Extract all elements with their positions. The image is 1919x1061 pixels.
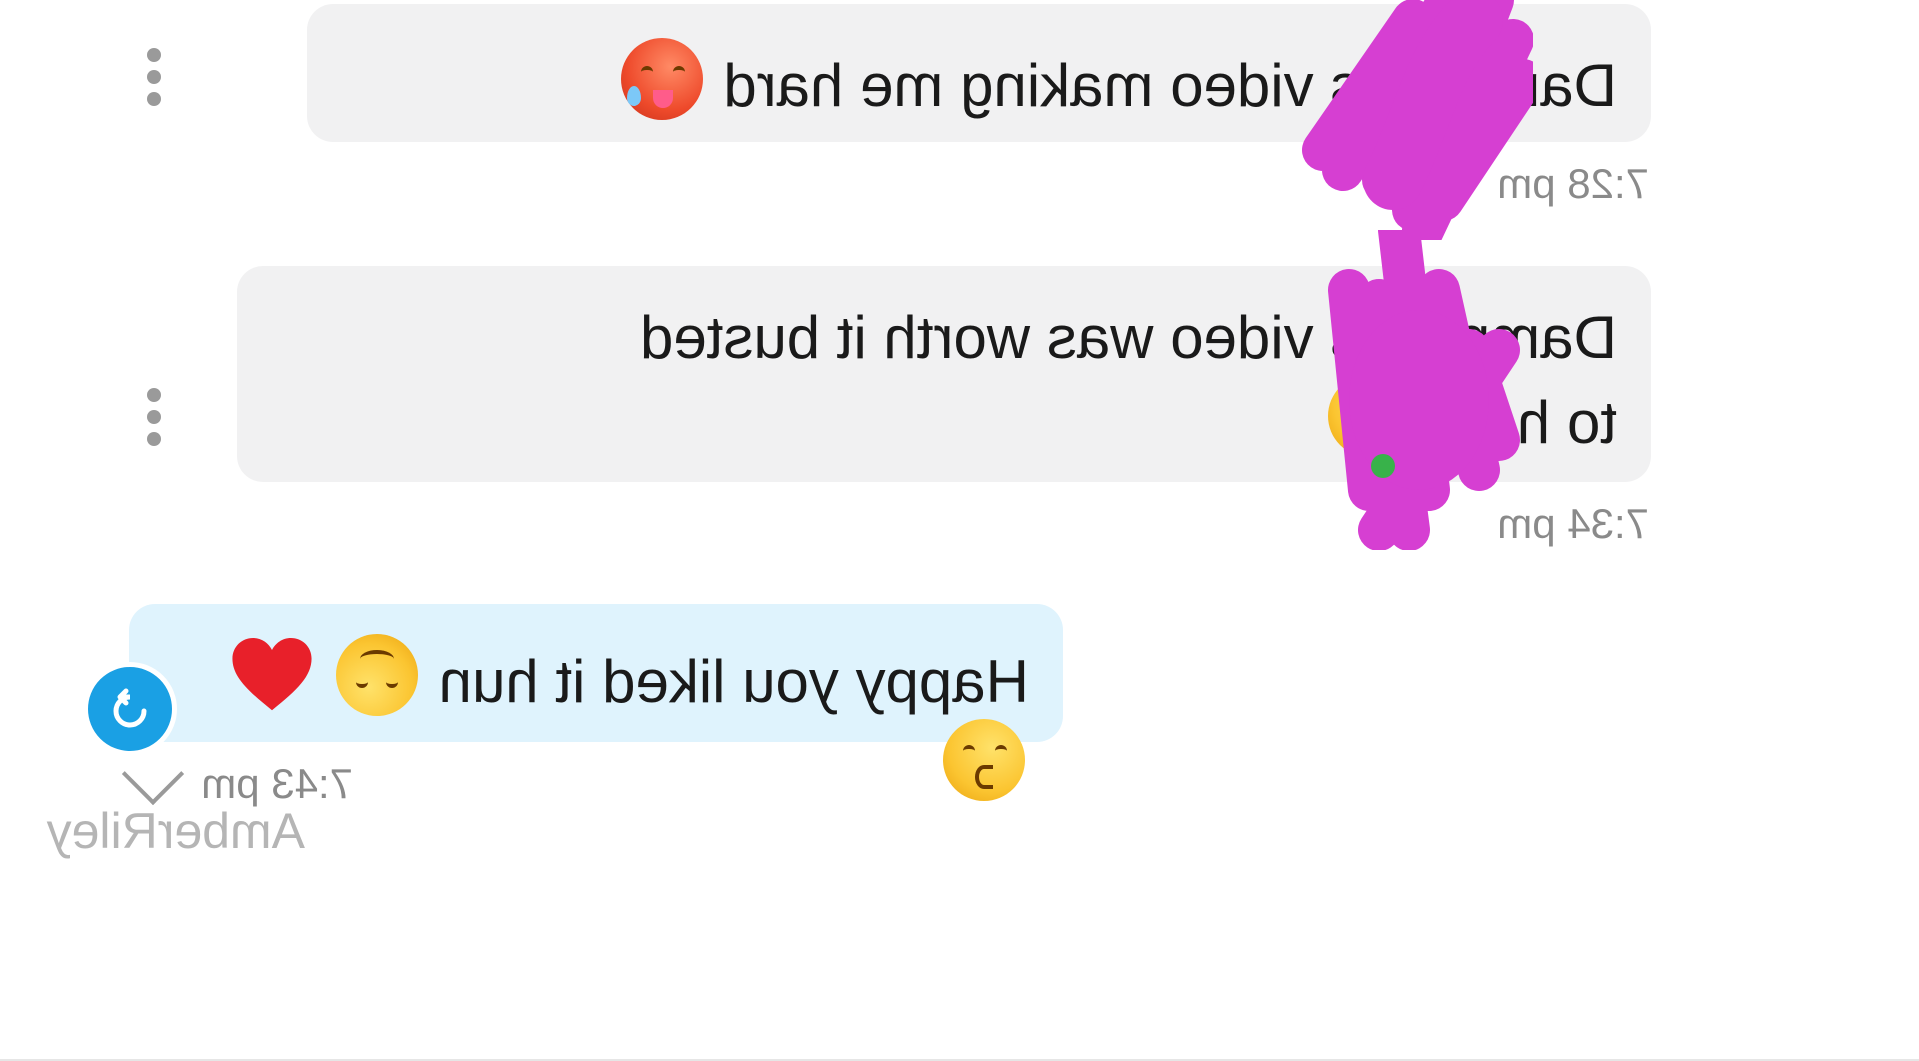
mirrored-view: Damm this video making me hard 7:28 pm D… <box>0 0 1919 1061</box>
more-vertical-icon[interactable] <box>147 48 161 106</box>
message-timestamp: 7:43 pm <box>201 760 353 807</box>
online-status-dot <box>1371 454 1395 478</box>
message-bubble-incoming[interactable]: Damm this video making me hard <box>307 4 1651 142</box>
message-bubble-outgoing[interactable]: Happy you liked it hun <box>129 604 1063 801</box>
message-bubble-incoming[interactable]: Damm this video was worth it busted to h… <box>237 266 1651 482</box>
message-timestamp: 7:28 pm <box>1497 160 1649 207</box>
forward-icon <box>113 688 147 728</box>
forward-button[interactable] <box>83 662 177 756</box>
hot-face-emoji <box>620 38 703 120</box>
message-timestamp: 7:34 pm <box>1497 500 1649 547</box>
more-vertical-icon[interactable] <box>147 388 161 446</box>
message-text: Damm this video making me hard <box>723 52 1617 119</box>
upside-down-face-emoji <box>335 634 418 716</box>
smirking-face-emoji <box>1327 375 1410 457</box>
message-text: Happy you liked it hun <box>438 648 1029 715</box>
watermark: AmberRiley <box>46 803 305 859</box>
message-text: Damm this video was worth it busted to h… <box>271 300 1617 460</box>
chat-screenshot: Damm this video making me hard 7:28 pm D… <box>0 0 1919 1061</box>
kissing-face-emoji <box>943 719 1025 801</box>
message-line: to hard <box>1430 389 1617 456</box>
red-heart-emoji <box>229 634 315 716</box>
message-line: Damm this video was worth it busted <box>639 304 1617 371</box>
